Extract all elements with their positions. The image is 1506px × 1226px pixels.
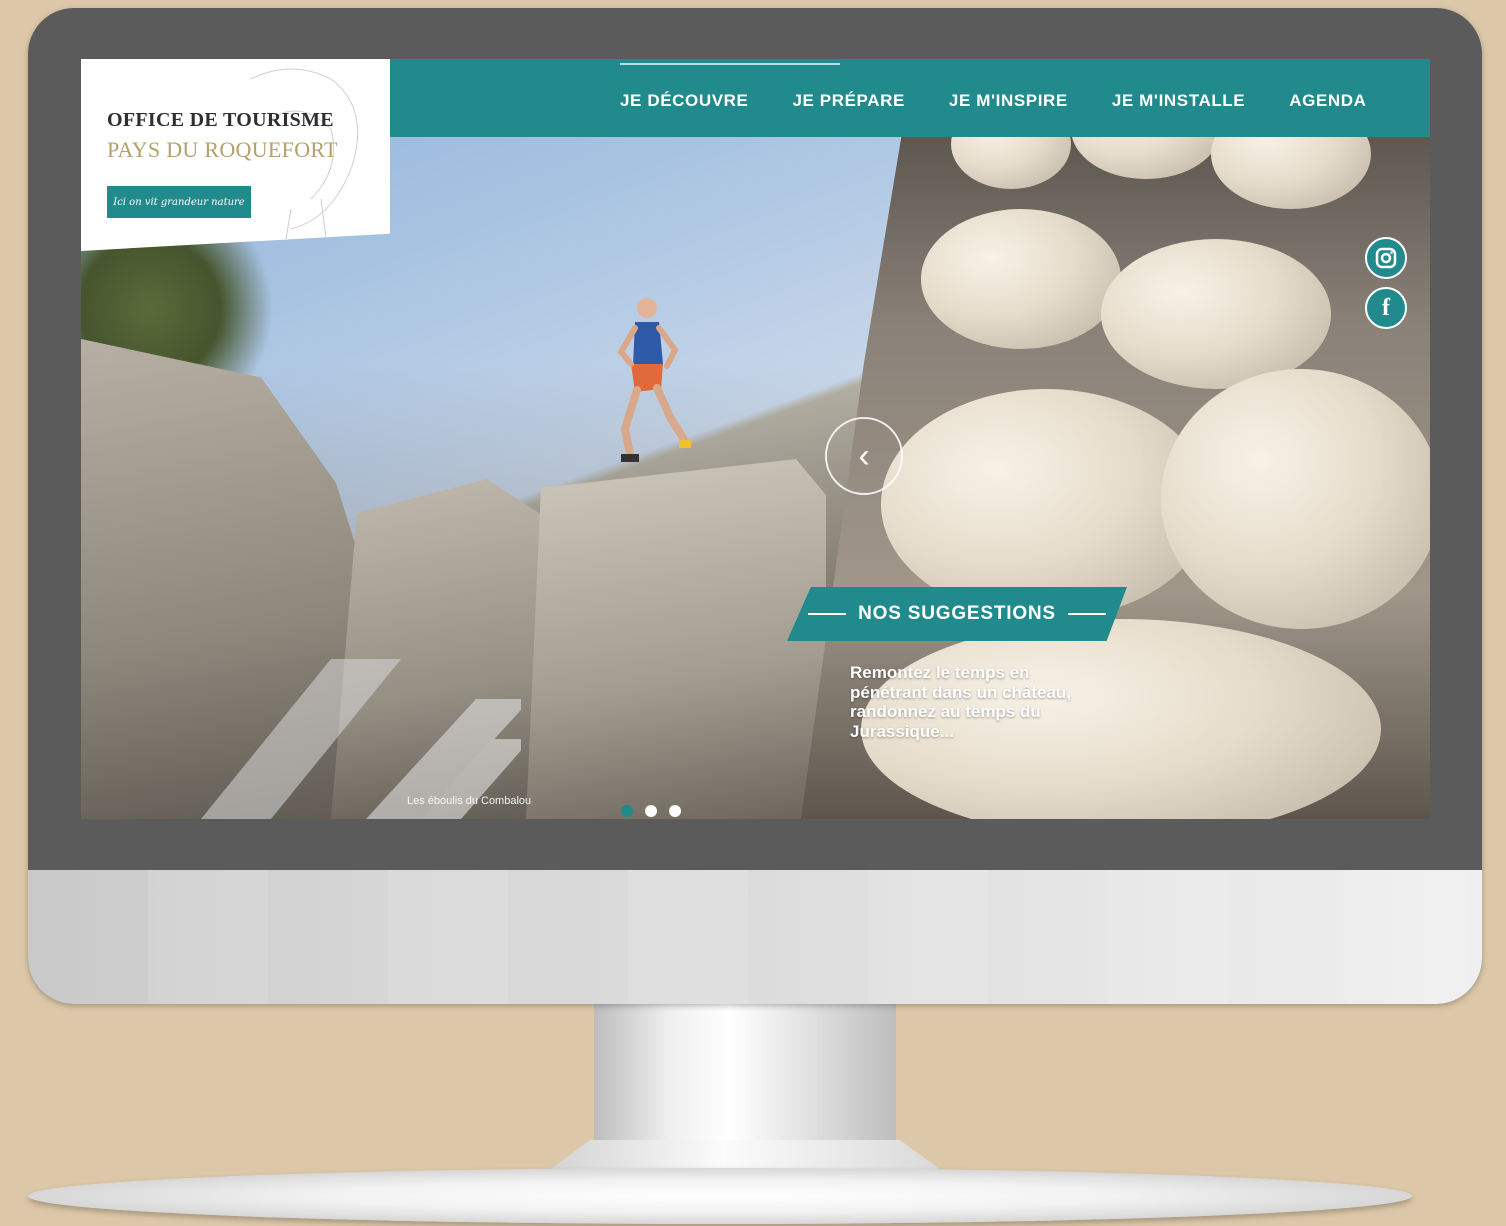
rock <box>526 459 826 819</box>
carousel-dots <box>621 805 681 817</box>
sheep <box>1161 369 1430 629</box>
top-nav-bar: JE DÉCOUVRE JE PRÉPARE JE M'INSPIRE JE M… <box>390 59 1430 137</box>
sheep <box>921 209 1121 349</box>
nav-item-je-minspire[interactable]: JE M'INSPIRE <box>949 91 1068 111</box>
nav-item-je-minstalle[interactable]: JE M'INSTALLE <box>1112 91 1245 111</box>
nav-item-je-prepare[interactable]: JE PRÉPARE <box>792 91 904 111</box>
suggestions-ribbon[interactable]: NOS SUGGESTIONS <box>787 587 1127 641</box>
suggestions-text: Remontez le temps en pénétrant dans un c… <box>850 663 1072 741</box>
monitor-base <box>28 1168 1412 1224</box>
nav-item-je-decouvre[interactable]: JE DÉCOUVRE <box>620 91 748 111</box>
tagline-badge[interactable]: Ici on vit grandeur nature <box>107 186 251 218</box>
carousel-dot-2[interactable] <box>645 805 657 817</box>
sheep <box>1101 239 1331 389</box>
ribbon-line <box>808 613 847 615</box>
carousel-dot-3[interactable] <box>669 805 681 817</box>
suggestions-title: NOS SUGGESTIONS <box>858 603 1056 624</box>
website-screen: JE DÉCOUVRE JE PRÉPARE JE M'INSPIRE JE M… <box>81 59 1430 819</box>
carousel-prev-button[interactable]: ‹ <box>825 417 903 495</box>
runner-figure <box>617 298 691 463</box>
nav-item-agenda[interactable]: AGENDA <box>1289 91 1366 111</box>
logo-title: OFFICE DE TOURISME <box>107 109 334 131</box>
logo-panel[interactable]: OFFICE DE TOURISME PAYS DU ROQUEFORT Ici… <box>81 59 390 251</box>
nav-indicator <box>620 63 840 65</box>
photo-caption: Les éboulis du Combalou <box>407 795 532 807</box>
logo-subtitle: PAYS DU ROQUEFORT <box>107 137 338 162</box>
facebook-icon[interactable]: f <box>1365 287 1407 329</box>
monitor-chin <box>28 870 1482 1004</box>
instagram-icon[interactable] <box>1365 237 1407 279</box>
carousel-dot-1[interactable] <box>621 805 633 817</box>
ribbon-line <box>1067 613 1106 615</box>
monitor-stand-neck <box>594 1002 896 1152</box>
main-nav: JE DÉCOUVRE JE PRÉPARE JE M'INSPIRE JE M… <box>620 91 1367 111</box>
